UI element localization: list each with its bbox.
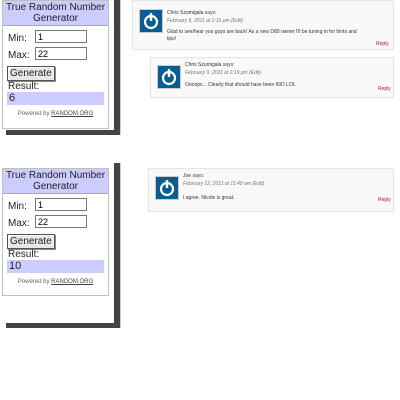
divider xyxy=(120,0,121,135)
widget-title-line2: Generator xyxy=(32,181,79,192)
panel-shadow-bottom xyxy=(6,323,120,328)
edit-link[interactable]: (Edit) xyxy=(249,70,261,76)
reply-link[interactable]: Reply xyxy=(376,41,389,47)
power-icon xyxy=(161,69,177,86)
author-name: Chris Szumigala xyxy=(167,10,204,16)
date-text: February 9, 2011 at 2:16 pm xyxy=(167,18,230,24)
edit-link[interactable]: (Edit) xyxy=(231,18,243,24)
avatar xyxy=(157,65,181,89)
min-row: Min: xyxy=(3,29,108,46)
result-value: 6 xyxy=(7,92,104,105)
screenshot-2: True Random Number Generator Min: Max: G… xyxy=(0,163,400,333)
date-text: February 9, 2011 at 2:19 pm xyxy=(185,70,248,76)
powered-by-text: Powered by xyxy=(17,111,50,117)
comment-text-line1: I agree. Nicole is great. xyxy=(183,195,235,201)
widget-title: True Random Number Generator xyxy=(3,169,108,194)
result-value: 10 xyxy=(7,260,104,273)
comment-text-line1: Oooops... Clearly that should have been … xyxy=(185,82,296,88)
powered-by: Powered by RANDOM.ORG xyxy=(3,111,108,117)
says-label: says: xyxy=(222,62,235,68)
result-label: Result: xyxy=(8,249,40,260)
comment-date: February 9, 2011 at 2:19 pm (Edit) xyxy=(185,70,261,76)
max-row: Max: xyxy=(3,46,108,63)
reply-link[interactable]: Reply xyxy=(378,197,391,203)
comment-date: February 12, 2011 at 11:49 am (Edit) xyxy=(183,181,264,187)
random-number-widget: True Random Number Generator Min: Max: G… xyxy=(2,168,109,296)
max-input[interactable] xyxy=(35,215,87,228)
widget-title-line2: Generator xyxy=(32,13,79,24)
max-label: Max: xyxy=(8,218,30,229)
avatar xyxy=(139,9,163,33)
max-row: Max: xyxy=(3,214,108,231)
generate-button[interactable]: Generate xyxy=(7,66,55,81)
generate-button[interactable]: Generate xyxy=(7,234,55,249)
random-number-widget: True Random Number Generator Min: Max: G… xyxy=(2,0,109,129)
comment-author: Joe says: xyxy=(183,173,204,179)
comment-1: Chris Szumigala says: February 9, 2011 a… xyxy=(132,0,394,50)
power-icon xyxy=(159,180,175,197)
reply-link[interactable]: Reply xyxy=(378,86,391,92)
min-label: Min: xyxy=(8,33,27,44)
says-label: says: xyxy=(204,10,217,16)
panel-shadow-bottom xyxy=(6,130,120,135)
max-input[interactable] xyxy=(35,47,87,60)
min-label: Min: xyxy=(8,201,27,212)
widget-title: True Random Number Generator xyxy=(3,1,108,26)
random-org-link[interactable]: RANDOM.ORG xyxy=(51,279,93,285)
max-label: Max: xyxy=(8,50,30,61)
powered-by: Powered by RANDOM.ORG xyxy=(3,279,108,285)
date-text: February 12, 2011 at 11:49 am xyxy=(183,181,251,187)
comment-2: Chris Szumigala says: February 9, 2011 a… xyxy=(150,57,394,98)
screenshot-1: True Random Number Generator Min: Max: G… xyxy=(0,0,400,140)
result-label: Result: xyxy=(8,81,40,92)
comment-3: Joe says: February 12, 2011 at 11:49 am … xyxy=(148,168,394,212)
widget-title-line1: True Random Number xyxy=(5,2,106,13)
min-input[interactable] xyxy=(35,198,87,211)
comment-text-line1: Glad to see/hear you guys are back! As a… xyxy=(167,29,357,35)
powered-by-text: Powered by xyxy=(17,279,50,285)
random-org-link[interactable]: RANDOM.ORG xyxy=(51,111,93,117)
comment-author: Chris Szumigala says: xyxy=(167,10,216,16)
comment-text-line2: tips! xyxy=(167,36,177,42)
comment-author: Chris Szumigala says: xyxy=(185,62,234,68)
comment-text: I agree. Nicole is great. xyxy=(183,195,234,202)
min-row: Min: xyxy=(3,197,108,214)
edit-link[interactable]: (Edit) xyxy=(252,181,264,187)
comments-area: Joe says: February 12, 2011 at 11:49 am … xyxy=(120,163,400,333)
says-label: says: xyxy=(192,173,205,179)
min-input[interactable] xyxy=(35,30,87,43)
widget-title-line1: True Random Number xyxy=(5,170,106,181)
power-icon xyxy=(143,13,159,30)
comment-text: Glad to see/hear you guys are back! As a… xyxy=(167,29,357,43)
avatar xyxy=(155,176,179,200)
comment-date: February 9, 2011 at 2:16 pm (Edit) xyxy=(167,18,243,24)
author-name: Chris Szumigala xyxy=(185,62,222,68)
comments-area: Chris Szumigala says: February 9, 2011 a… xyxy=(120,0,400,140)
author-name: Joe xyxy=(183,173,192,179)
divider xyxy=(120,163,121,328)
comment-text: Oooops... Clearly that should have been … xyxy=(185,82,296,89)
